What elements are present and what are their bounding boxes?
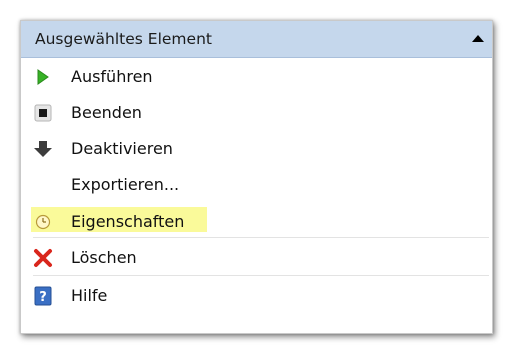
menu-item-export[interactable]: Exportieren...: [21, 167, 492, 201]
menu-item-label: Exportieren...: [71, 175, 180, 194]
stop-icon: [33, 103, 53, 123]
delete-x-icon: [33, 248, 53, 268]
menu-item-help[interactable]: ? Hilfe: [21, 278, 492, 312]
menu-item-label: Beenden: [71, 103, 142, 122]
menu-item-label: Deaktivieren: [71, 139, 173, 158]
help-icon: ?: [33, 286, 53, 306]
properties-clock-icon: [33, 212, 53, 232]
menu-item-label: Löschen: [71, 248, 137, 267]
svg-text:?: ?: [39, 290, 47, 305]
menu-item-run[interactable]: Ausführen: [21, 59, 492, 93]
panel-title: Ausgewähltes Element: [35, 30, 212, 48]
menu-item-label: Eigenschaften: [71, 212, 185, 231]
separator: [33, 275, 489, 276]
panel-header: Ausgewähltes Element: [21, 21, 492, 58]
selected-element-panel: Ausgewähltes Element Ausführen Beenden D…: [20, 20, 493, 334]
down-arrow-icon: [33, 139, 53, 159]
menu-item-stop[interactable]: Beenden: [21, 95, 492, 129]
separator: [33, 237, 489, 238]
triangle-up-icon[interactable]: [468, 29, 488, 49]
menu-item-label: Ausführen: [71, 67, 153, 86]
play-icon: [33, 67, 53, 87]
menu-item-label: Hilfe: [71, 286, 108, 305]
menu-item-properties[interactable]: Eigenschaften: [21, 204, 492, 238]
menu-item-deactivate[interactable]: Deaktivieren: [21, 131, 492, 165]
menu-item-delete[interactable]: Löschen: [21, 240, 492, 274]
